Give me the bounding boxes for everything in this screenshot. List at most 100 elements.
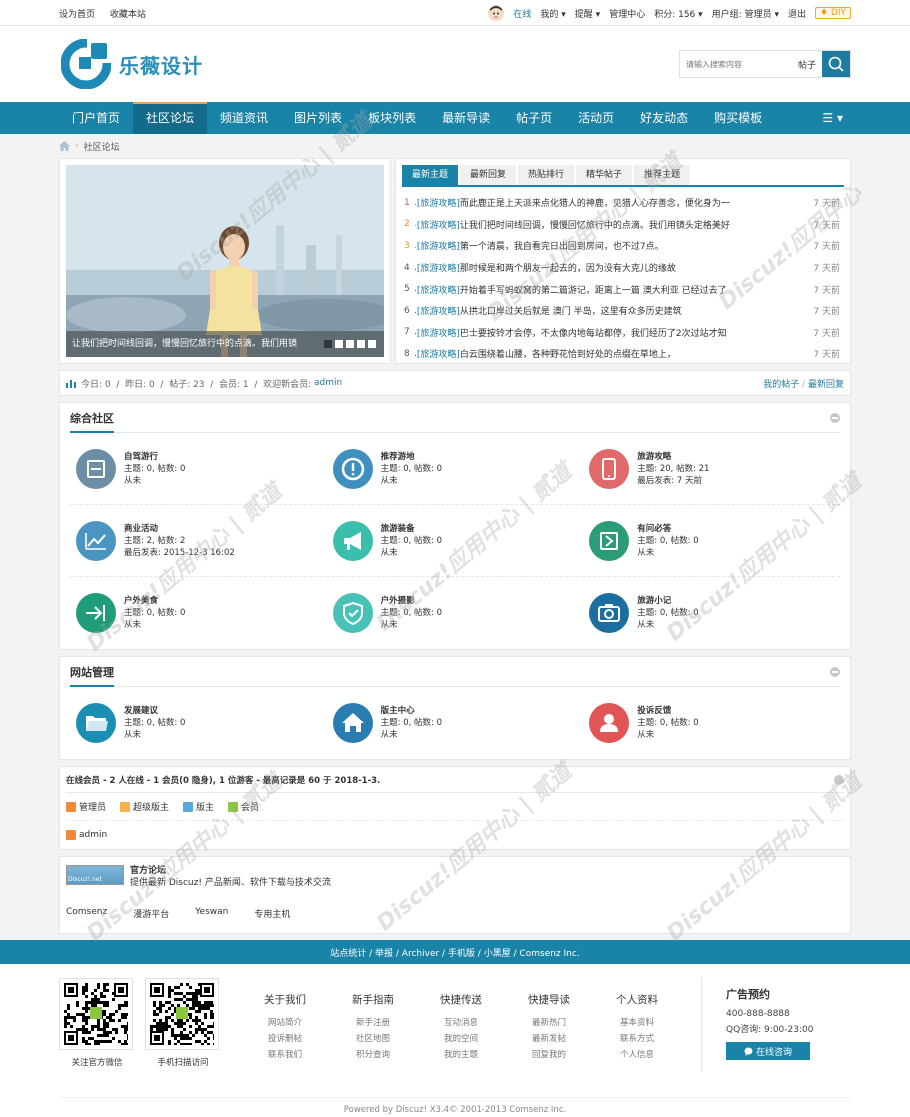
slide-dot[interactable] [335, 340, 343, 348]
link-manyou[interactable]: 漫游平台 [133, 907, 169, 920]
bookmark-link[interactable]: 收藏本站 [110, 10, 146, 20]
new-member-link[interactable]: admin [314, 378, 342, 388]
slide-dot[interactable] [357, 340, 365, 348]
nav-item-channel[interactable]: 频道资讯 [207, 102, 281, 134]
slide-dot[interactable] [324, 340, 332, 348]
footer-link[interactable]: 回复我的 [505, 1047, 593, 1063]
thread-row[interactable]: 5. [旅游攻略] 开始着手写蚂蚁窝的第二篇游记，距离上一篇 澳大利亚 已经过去了 7… [402, 278, 844, 300]
forum-name[interactable]: 有问必答 [637, 523, 698, 535]
tab-digest-threads[interactable]: 精华帖子 [576, 165, 633, 185]
forum-item[interactable]: 投诉反馈 主题: 0, 帖数: 0 从未 [583, 687, 840, 759]
shield-icon[interactable] [332, 593, 373, 633]
slide-dot[interactable] [346, 340, 354, 348]
forum-name[interactable]: 投诉反馈 [637, 705, 698, 717]
enter-icon[interactable] [76, 593, 116, 633]
nav-item-forum[interactable]: 社区论坛 [133, 102, 208, 134]
group-title[interactable]: 综合社区 [70, 410, 114, 426]
home-icon[interactable] [332, 703, 373, 743]
tab-latest-threads[interactable]: 最新主题 [402, 165, 459, 185]
forum-item[interactable]: 推荐游地 主题: 0, 帖数: 0 从未 [326, 433, 584, 505]
credits-menu[interactable]: 积分: 156 ▾ [654, 7, 702, 20]
nav-item-thread-page[interactable]: 帖子页 [503, 102, 565, 134]
footer-link[interactable]: 网站简介 [241, 1015, 329, 1031]
thread-title[interactable]: 而此鹿正是上天派来点化猎人的神鹿，见猎人心存善念，便化身为一 [460, 196, 810, 209]
thread-row[interactable]: 1. [旅游攻略] 而此鹿正是上天派来点化猎人的神鹿，见猎人心存善念，便化身为一 7 … [402, 192, 844, 214]
forum-last-post[interactable]: 从未 [637, 729, 698, 741]
online-status[interactable]: 在线 [513, 7, 531, 20]
forum-item[interactable]: 有问必答 主题: 0, 帖数: 0 从未 [583, 505, 840, 577]
collapse-icon[interactable] [834, 774, 844, 785]
forum-item[interactable]: 发展建议 主题: 0, 帖数: 0 从未 [70, 687, 327, 759]
footer-link[interactable]: 社区地图 [329, 1031, 417, 1047]
forum-last-post[interactable]: 从未 [637, 547, 698, 559]
footer-link[interactable]: 个人信息 [593, 1047, 681, 1063]
forum-item[interactable]: 户外美食 主题: 0, 帖数: 0 从未 [70, 577, 327, 649]
forum-item[interactable]: 旅游小记 主题: 0, 帖数: 0 从未 [583, 577, 840, 649]
footer-link[interactable]: 最新发帖 [505, 1031, 593, 1047]
forum-last-post[interactable]: 从未 [381, 475, 442, 487]
my-posts-link[interactable]: 我的帖子 [763, 380, 799, 390]
forum-item[interactable]: 自驾游行 主题: 0, 帖数: 0 从未 [70, 433, 327, 505]
forum-name[interactable]: 推荐游地 [381, 451, 442, 463]
nav-item-friend-feed[interactable]: 好友动态 [627, 102, 701, 134]
forum-item[interactable]: 户外摄影 主题: 0, 帖数: 0 从未 [327, 577, 584, 649]
footer-link[interactable]: 最新热门 [505, 1015, 593, 1031]
camera-icon[interactable] [589, 593, 630, 633]
nav-item-buy-template[interactable]: 购买模板 [701, 102, 775, 134]
footer-link[interactable]: 我的空间 [417, 1031, 505, 1047]
thread-title[interactable]: 开始着手写蚂蚁窝的第二篇游记，距离上一篇 澳大利亚 已经过去了 [460, 283, 810, 296]
footer-link[interactable]: 联系我们 [241, 1047, 329, 1063]
megaphone-icon[interactable] [332, 520, 373, 561]
thread-title[interactable]: 白云围绕着山腰，各种野花恰到好处的点缀在草地上， [460, 347, 810, 360]
forum-item[interactable]: 商业活动 主题: 2, 帖数: 2 最后发表: 2015-12-3 16:02 [70, 505, 327, 577]
link-yeswan[interactable]: Yeswan [195, 907, 228, 920]
forum-name[interactable]: 旅游装备 [381, 523, 442, 535]
forum-item[interactable]: 旅游装备 主题: 0, 帖数: 0 从未 [326, 505, 584, 577]
footer-link[interactable]: 基本资料 [593, 1015, 681, 1031]
collapse-icon[interactable] [830, 412, 840, 423]
thread-category[interactable]: [旅游攻略] [417, 283, 460, 296]
forum-name[interactable]: 自驾游行 [124, 451, 185, 463]
usergroup-menu[interactable]: 用户组: 管理员 ▾ [712, 7, 779, 20]
thread-category[interactable]: [旅游攻略] [417, 261, 460, 274]
tab-latest-replies[interactable]: 最新回复 [460, 165, 517, 185]
thread-row[interactable]: 8. [旅游攻略] 白云围绕着山腰，各种野花恰到好处的点缀在草地上， 7 天前 [402, 343, 844, 365]
forum-last-post[interactable]: 从未 [124, 729, 185, 741]
link-title[interactable]: 官方论坛 [130, 866, 166, 876]
my-menu[interactable]: 我的 ▾ [540, 7, 565, 20]
search-type-select[interactable]: 帖子 [792, 51, 822, 77]
set-homepage-link[interactable]: 设为首页 [59, 10, 95, 20]
nav-menu-icon[interactable]: ☰ ▾ [814, 102, 851, 134]
thread-category[interactable]: [旅游攻略] [417, 239, 460, 252]
group-title[interactable]: 网站管理 [70, 664, 114, 680]
forum-name[interactable]: 户外摄影 [381, 595, 442, 607]
forum-last-post[interactable]: 从未 [637, 619, 698, 631]
thread-row[interactable]: 6. [旅游攻略] 从拱北口岸过关后就是 澳门 半岛，这里有众多历史建筑 7 天前 [402, 300, 844, 322]
latest-reply-link[interactable]: 最新回复 [808, 380, 844, 390]
thread-title[interactable]: 从拱北口岸过关后就是 澳门 半岛，这里有众多历史建筑 [460, 304, 810, 317]
discuz-logo[interactable]: Discuz!.net [66, 865, 124, 885]
thread-category[interactable]: [旅游攻略] [417, 304, 460, 317]
arrow-box-icon[interactable] [589, 520, 630, 561]
forum-item[interactable]: 版主中心 主题: 0, 帖数: 0 从未 [327, 687, 584, 759]
nav-item-activity[interactable]: 活动页 [565, 102, 627, 134]
forum-last-post[interactable]: 从未 [124, 619, 185, 631]
forum-last-post[interactable]: 从未 [124, 475, 185, 487]
folder-icon[interactable] [76, 703, 116, 743]
thread-title[interactable]: 巴士要按铃才会停，不太像内地每站都停，我们经历了2次过站才知 [460, 326, 810, 339]
thread-category[interactable]: [旅游攻略] [417, 326, 460, 339]
forum-name[interactable]: 版主中心 [381, 705, 442, 717]
slide-image[interactable]: 让我们把时间线回调，慢慢回忆旅行中的点滴。我们用镜 [66, 165, 384, 357]
slide-dot[interactable] [368, 340, 376, 348]
thread-row[interactable]: 7. [旅游攻略] 巴士要按铃才会停，不太像内地每站都停，我们经历了2次过站才知 7 … [402, 322, 844, 344]
admin-center-link[interactable]: 管理中心 [609, 7, 645, 20]
alert-icon[interactable] [332, 448, 373, 489]
nav-item-image-list[interactable]: 图片列表 [281, 102, 355, 134]
nav-item-portal[interactable]: 门户首页 [59, 102, 133, 134]
thread-category[interactable]: [旅游攻略] [417, 196, 460, 209]
thread-title[interactable]: 那时候是和两个朋友一起去的，因为没有大克儿的缘故 [460, 261, 810, 274]
footer-link[interactable]: 投诉删帖 [241, 1031, 329, 1047]
user-icon[interactable] [589, 703, 630, 743]
footer-link[interactable]: 联系方式 [593, 1031, 681, 1047]
tab-recommended[interactable]: 推荐主题 [634, 165, 691, 185]
